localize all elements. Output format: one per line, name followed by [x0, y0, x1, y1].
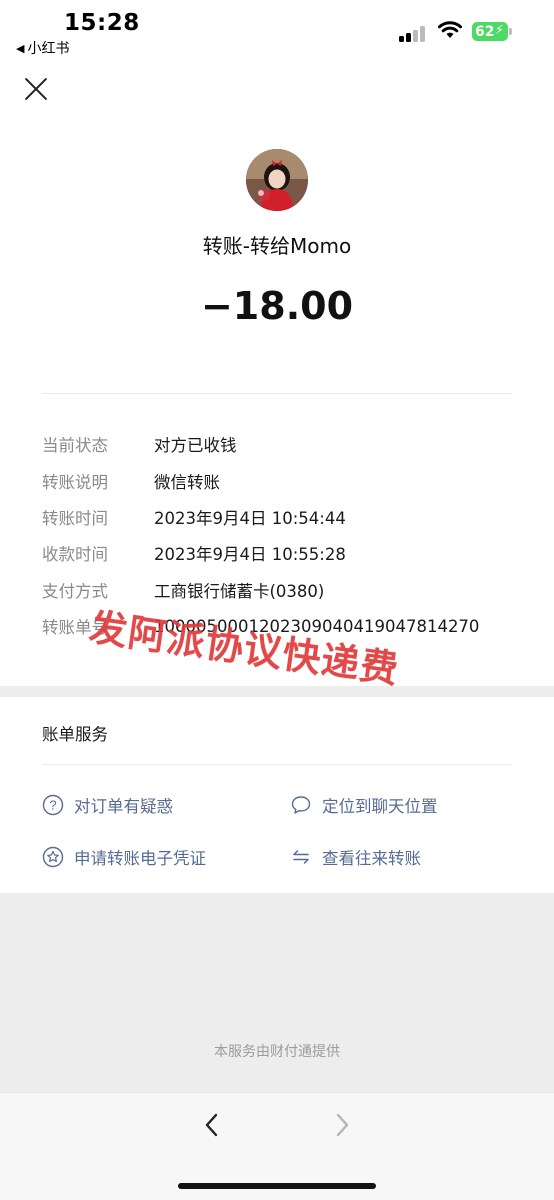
star-badge-icon [42, 846, 64, 868]
transfer-title: 转账-转给Momo [202, 234, 352, 258]
detail-value: 微信转账 [154, 472, 220, 492]
transfer-history-link[interactable]: 查看往来转账 [290, 845, 421, 869]
home-indicator[interactable] [178, 1183, 376, 1189]
wifi-icon [438, 21, 462, 38]
service-provider-text: 本服务由财付通提供 [214, 1044, 340, 1060]
locate-chat-label: 定位到聊天位置 [322, 797, 438, 816]
detail-row-receive-time: 收款时间 2023年9月4日 10:55:28 [42, 535, 512, 571]
order-question-label: 对订单有疑惑 [74, 797, 173, 816]
detail-label: 转账说明 [42, 472, 108, 492]
detail-value: 对方已收钱 [154, 436, 237, 456]
divider [42, 393, 512, 394]
nav-forward-icon[interactable] [330, 1111, 354, 1139]
browser-bottom-bar [0, 1092, 554, 1200]
close-icon[interactable] [24, 77, 48, 101]
locate-chat-link[interactable]: 定位到聊天位置 [290, 793, 438, 817]
battery-nub [509, 28, 512, 35]
services-title: 账单服务 [42, 725, 108, 744]
e-voucher-label: 申请转账电子凭证 [74, 849, 206, 868]
transfer-amount: −18.00 [200, 284, 354, 328]
signal-icon [399, 26, 429, 42]
status-time: 15:28 [64, 10, 140, 36]
detail-row-status: 当前状态 对方已收钱 [42, 426, 512, 462]
svg-text:?: ? [49, 798, 56, 813]
nav-back-icon[interactable] [200, 1111, 224, 1139]
battery-icon: 62 ⚡ [472, 22, 508, 41]
battery-level: 62 [475, 23, 495, 40]
detail-label: 当前状态 [42, 436, 108, 456]
detail-row-transfer-time: 转账时间 2023年9月4日 10:54:44 [42, 499, 512, 535]
question-circle-icon: ? [42, 794, 64, 816]
charging-bolt-icon: ⚡ [494, 23, 504, 38]
detail-label: 收款时间 [42, 545, 108, 565]
back-triangle-icon: ◀ [16, 41, 25, 55]
detail-value: 2023年9月4日 10:54:44 [154, 508, 346, 528]
back-app-label: 小红书 [27, 41, 70, 57]
detail-row-note: 转账说明 微信转账 [42, 462, 512, 498]
e-voucher-link[interactable]: 申请转账电子凭证 [42, 845, 206, 869]
transfer-detail-card: 转账-转给Momo −18.00 当前状态 对方已收钱 转账说明 微信转账 转账… [0, 62, 554, 686]
detail-label: 转账时间 [42, 508, 108, 528]
transfer-arrows-icon [293, 850, 309, 864]
bill-services-section: 账单服务 ? 对订单有疑惑 定位到聊天位置 申请转账电子凭证 查看往来转账 [0, 697, 554, 893]
chat-bubble-icon [291, 796, 311, 814]
back-to-app-link[interactable]: ◀ 小红书 [16, 38, 69, 58]
detail-value: 工商银行储蓄卡(0380) [154, 581, 325, 601]
order-question-link[interactable]: ? 对订单有疑惑 [42, 793, 173, 817]
transfer-history-label: 查看往来转账 [322, 849, 421, 868]
detail-value: 2023年9月4日 10:55:28 [154, 545, 346, 565]
divider [42, 764, 512, 765]
avatar [246, 149, 308, 211]
status-bar: 15:28 ◀ 小红书 62 ⚡ [0, 0, 554, 62]
